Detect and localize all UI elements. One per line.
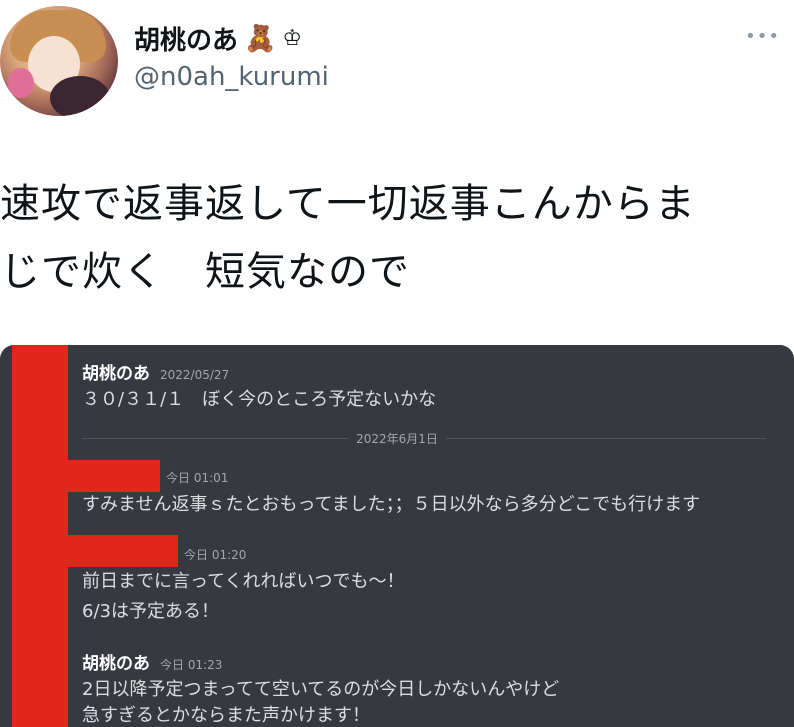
- redaction-block: [12, 345, 68, 727]
- tweet-line: 速攻で返事返して一切返事こんからま: [0, 181, 696, 227]
- chat-timestamp: 今日 01:01: [166, 471, 229, 485]
- tweet-line: じで炊く 短気なので: [0, 249, 410, 295]
- chat-message: 前日までに言ってくれればいつでも〜！: [82, 571, 405, 592]
- message-header: 今日 01:01: [166, 467, 228, 486]
- name-row: 胡桃のあ 🧸 ♔: [134, 20, 302, 57]
- chat-screenshot[interactable]: 胡桃のあ 2022/05/27 ３０/３１/１ ぼく今のところ予定ないかな 202…: [0, 345, 794, 727]
- date-divider: 2022年6月1日: [348, 430, 446, 447]
- chat-message: 急すぎるとかならまた声かけます！: [82, 705, 370, 726]
- chat-timestamp: 今日 01:23: [160, 658, 223, 672]
- chat-message: ３０/３１/１ ぼく今のところ予定ないかな: [82, 389, 437, 410]
- chat-author[interactable]: 胡桃のあ: [82, 654, 150, 674]
- chat-author[interactable]: 胡桃のあ: [82, 364, 150, 384]
- crown-icon: ♔: [282, 25, 303, 51]
- message-header: 胡桃のあ 今日 01:23: [82, 649, 222, 674]
- chat-timestamp: 今日 01:20: [184, 548, 247, 562]
- more-options-icon[interactable]: •••: [745, 26, 780, 47]
- redaction-block: [68, 535, 178, 567]
- chat-message: すみません返事ｓたとおもってました；；５日以外なら多分どこでも行けます: [82, 494, 701, 515]
- chat-timestamp: 2022/05/27: [160, 368, 230, 382]
- display-name[interactable]: 胡桃のあ: [134, 20, 238, 57]
- message-header: 今日 01:20: [184, 544, 246, 563]
- chat-message: 6/3は予定ある！: [82, 601, 219, 622]
- tweet-text: 速攻で返事返して一切返事こんからま じで炊く 短気なので: [0, 170, 794, 306]
- avatar[interactable]: [0, 6, 118, 116]
- message-header: 胡桃のあ 2022/05/27: [82, 359, 229, 384]
- chat-message: 2日以降予定つまってて空いてるのが今日しかないんやけど: [82, 679, 560, 700]
- user-handle[interactable]: @n0ah_kurumi: [134, 62, 329, 92]
- redaction-block: [68, 460, 160, 492]
- teddy-bear-icon: 🧸: [244, 23, 277, 54]
